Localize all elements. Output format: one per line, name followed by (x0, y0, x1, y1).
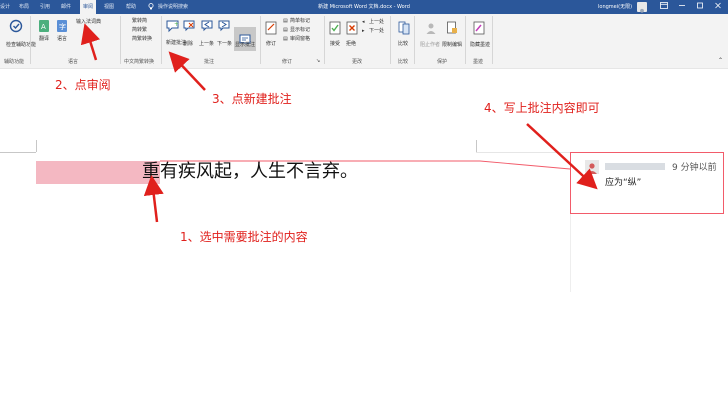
annotation-step1: 1、选中需要批注的内容 (180, 230, 308, 244)
annotation-step4: 4、写上批注内容即可 (484, 101, 600, 115)
annotation-arrows (80, 23, 598, 223)
annotation-step3: 3、点新建批注 (212, 92, 292, 106)
annotation-step2: 2、点审阅 (55, 78, 111, 92)
